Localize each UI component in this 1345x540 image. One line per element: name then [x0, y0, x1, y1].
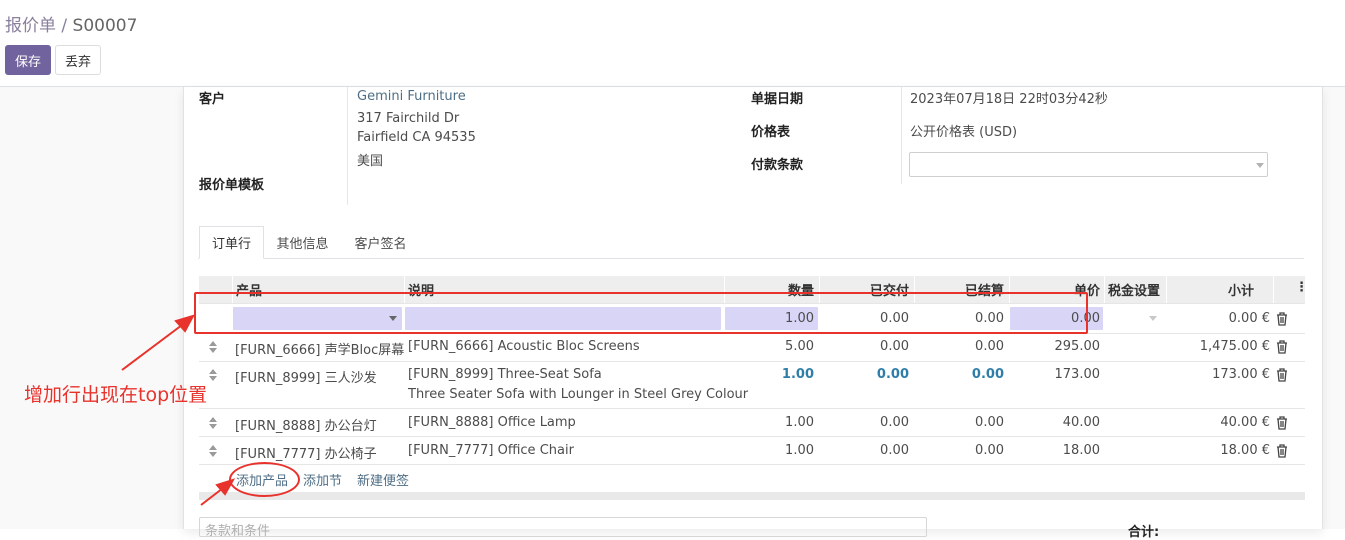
annotation-arrow-icon	[121, 314, 196, 371]
annotation-arrows	[121, 314, 236, 506]
annotation-arrow-icon	[200, 478, 236, 506]
